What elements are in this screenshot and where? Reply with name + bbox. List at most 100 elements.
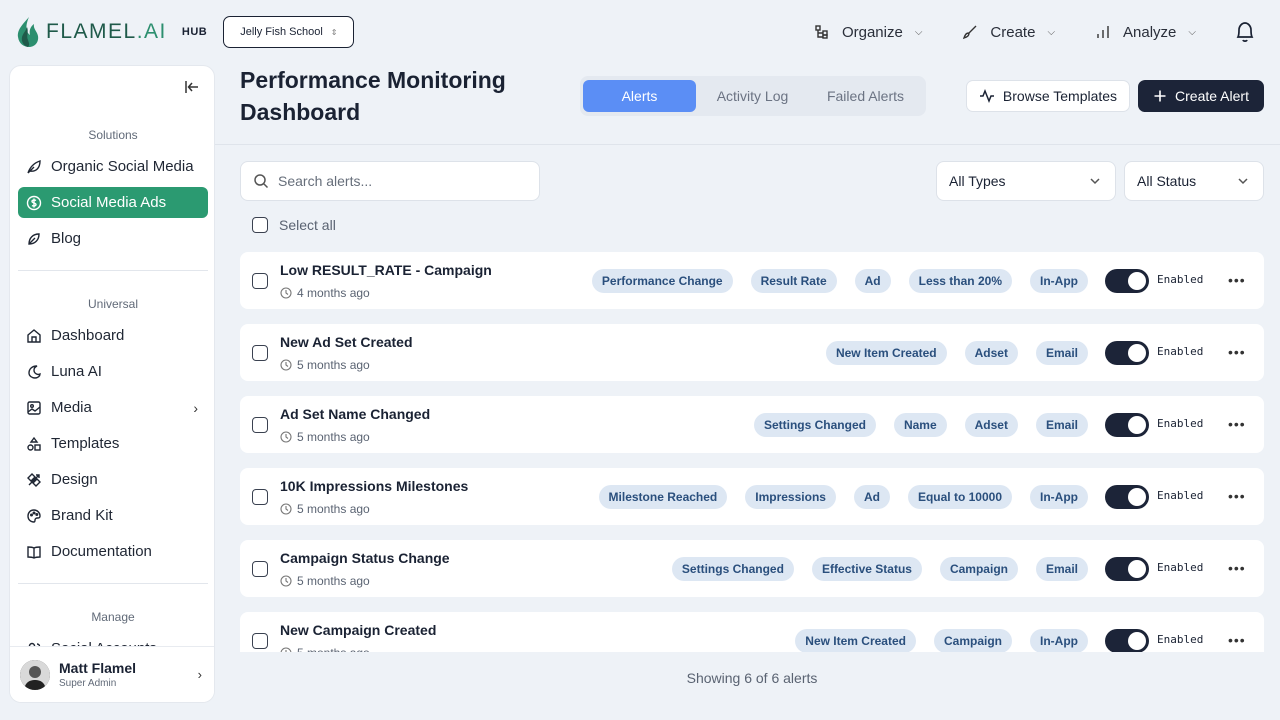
user-info: Matt Flamel Super Admin (59, 660, 136, 689)
sidebar: Solutions Organic Social Media Social Me… (9, 65, 215, 703)
alert-count: Showing 6 of 6 alerts (686, 670, 818, 686)
sidebar-item-documentation[interactable]: Documentation (18, 536, 208, 567)
sidebar-item-brand-kit[interactable]: Brand Kit (18, 500, 208, 531)
feather-icon (28, 232, 40, 245)
alert-enabled-toggle[interactable] (1105, 485, 1149, 509)
select-all-checkbox[interactable] (252, 217, 268, 233)
alert-tag: Ad (854, 269, 891, 293)
alert-tag: Settings Changed (753, 413, 876, 437)
home-icon (27, 328, 41, 343)
topnav-create[interactable]: Create ⌵ (962, 24, 1055, 41)
alert-time-text: 4 months ago (297, 286, 370, 300)
clock-icon (280, 575, 292, 587)
alert-tag: Settings Changed (671, 557, 794, 581)
alert-checkbox[interactable] (252, 417, 268, 433)
tab-alerts[interactable]: Alerts (583, 80, 696, 112)
activity-icon (979, 88, 994, 104)
alert-tag: Impressions (745, 485, 836, 509)
more-options-icon[interactable]: ••• (1228, 632, 1246, 648)
select-all[interactable]: Select all (252, 217, 336, 233)
topnav-label: Create (990, 23, 1036, 41)
alert-title[interactable]: Campaign Status Change (280, 550, 450, 566)
alert-row[interactable]: 10K Impressions Milestones 5 months ago Mi… (240, 468, 1264, 525)
toggle-knob (1128, 488, 1146, 506)
alert-title[interactable]: Low RESULT_RATE - Campaign (280, 262, 492, 278)
alert-checkbox[interactable] (252, 345, 268, 361)
bell-icon[interactable] (1234, 20, 1256, 44)
sidebar-item-blog[interactable]: Blog (18, 223, 208, 254)
alert-tags: New Item Created Adset Email (825, 341, 1088, 365)
clock-icon (280, 359, 292, 371)
sidebar-item-label: Organic Social Media (51, 158, 194, 175)
section-title-solutions: Solutions (88, 128, 138, 142)
alert-row[interactable]: Ad Set Name Changed 5 months ago Settings … (240, 396, 1264, 453)
more-options-icon[interactable]: ••• (1228, 488, 1246, 504)
alert-tags: Settings Changed Name Adset Email (753, 413, 1088, 437)
status-filter-select[interactable]: All Status (1124, 161, 1264, 201)
sidebar-item-templates[interactable]: Templates (18, 428, 208, 459)
sidebar-item-media[interactable]: Media › (18, 392, 208, 423)
alert-checkbox[interactable] (252, 273, 268, 289)
workspace-selector[interactable]: Jelly Fish School ⇕ (223, 16, 355, 48)
more-options-icon[interactable]: ••• (1228, 344, 1246, 360)
alert-enabled-toggle[interactable] (1105, 269, 1149, 293)
toggle-knob (1128, 344, 1146, 362)
sidebar-item-design[interactable]: Design (18, 464, 208, 495)
tab-failed-alerts[interactable]: Failed Alerts (809, 80, 922, 112)
alert-row[interactable]: Low RESULT_RATE - Campaign 4 months ago Pe… (240, 252, 1264, 309)
type-filter-select[interactable]: All Types (936, 161, 1116, 201)
alert-enabled-toggle[interactable] (1105, 629, 1149, 652)
create-alert-button[interactable]: Create Alert (1138, 80, 1264, 112)
top-nav: Organize ⌵ Create ⌵ Analyze ⌵ (814, 0, 1196, 64)
alert-row[interactable]: Campaign Status Change 5 months ago Settin… (240, 540, 1264, 597)
alert-title[interactable]: 10K Impressions Milestones (280, 478, 468, 494)
divider (18, 270, 208, 271)
alert-tag: In-App (1030, 485, 1088, 509)
alert-enabled-toggle[interactable] (1105, 557, 1149, 581)
sidebar-item-luna-ai[interactable]: Luna AI (18, 356, 208, 387)
alert-status: Enabled (1157, 345, 1204, 358)
select-all-label: Select all (279, 217, 336, 233)
sidebar-item-label: Luna AI (51, 363, 102, 380)
topnav-label: Analyze (1123, 23, 1177, 41)
chevron-down-icon: ⌵ (914, 26, 923, 38)
alert-tag: Adset (964, 413, 1018, 437)
alert-title[interactable]: New Campaign Created (280, 622, 436, 638)
user-role: Super Admin (59, 678, 117, 689)
alert-enabled-toggle[interactable] (1105, 341, 1149, 365)
alert-row[interactable]: New Ad Set Created 5 months ago New Item C… (240, 324, 1264, 381)
chevron-down-icon: ⌵ (1188, 26, 1196, 38)
alert-checkbox[interactable] (252, 633, 268, 649)
organize-icon (815, 25, 828, 39)
topnav-analyze[interactable]: Analyze ⌵ (1095, 24, 1196, 41)
alert-checkbox[interactable] (252, 489, 268, 505)
more-options-icon[interactable]: ••• (1228, 560, 1246, 576)
logo[interactable]: FLAMEL.AI (16, 16, 167, 48)
sidebar-item-dashboard[interactable]: Dashboard (18, 320, 208, 351)
user-profile[interactable]: Matt Flamel Super Admin › (10, 646, 214, 702)
sidebar-item-label: Templates (51, 435, 120, 452)
alert-timestamp: 5 months ago (280, 646, 370, 652)
alert-title[interactable]: Ad Set Name Changed (280, 406, 430, 422)
search-input[interactable] (278, 173, 518, 189)
chevron-down-icon (1090, 178, 1100, 185)
alert-tag: Email (1035, 341, 1088, 365)
sidebar-item-social-media-ads[interactable]: Social Media Ads (18, 187, 208, 218)
clock-icon (280, 431, 292, 443)
alert-enabled-toggle[interactable] (1105, 413, 1149, 437)
browse-templates-button[interactable]: Browse Templates (966, 80, 1130, 112)
alert-tag: Adset (964, 341, 1018, 365)
more-options-icon[interactable]: ••• (1228, 272, 1246, 288)
alert-tag: New Item Created (825, 341, 947, 365)
collapse-sidebar-icon[interactable] (184, 80, 200, 94)
search-icon (254, 174, 269, 189)
section-title-universal: Universal (87, 297, 138, 311)
tab-activity-log[interactable]: Activity Log (696, 80, 809, 112)
alert-checkbox[interactable] (252, 561, 268, 577)
clock-icon (280, 287, 292, 299)
alert-title[interactable]: New Ad Set Created (280, 334, 413, 350)
more-options-icon[interactable]: ••• (1228, 416, 1246, 432)
topnav-organize[interactable]: Organize ⌵ (814, 24, 922, 41)
sidebar-item-organic-social-media[interactable]: Organic Social Media (18, 151, 208, 182)
alert-row[interactable]: New Campaign Created 5 months ago New Item… (240, 612, 1264, 652)
